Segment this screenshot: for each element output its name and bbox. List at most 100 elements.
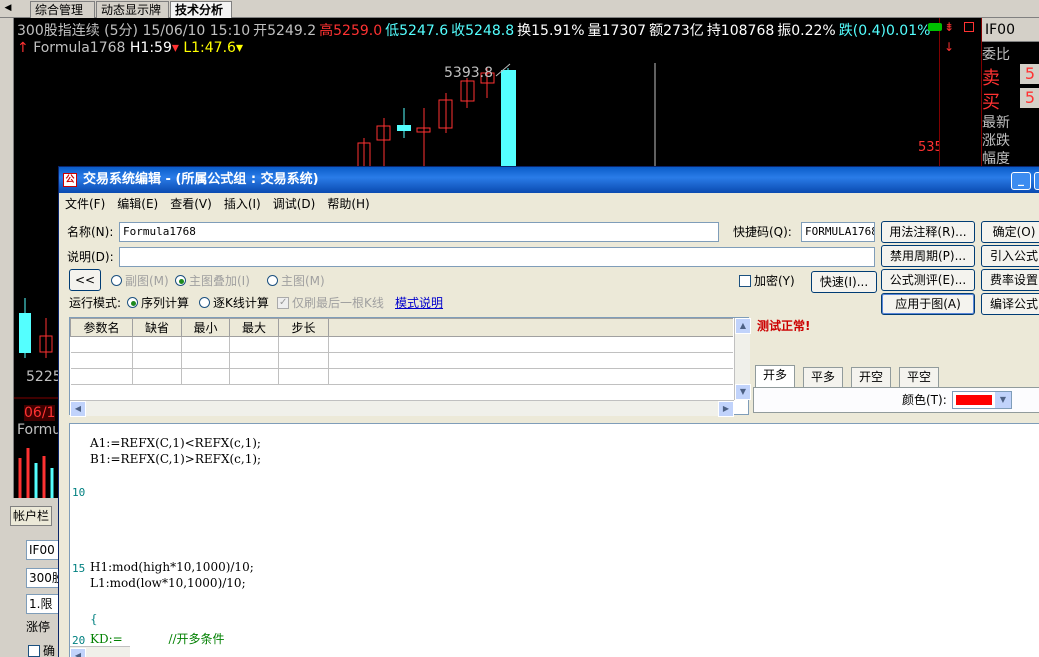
col-param-name[interactable]: 参数名 [70, 318, 133, 337]
arrow-down-icon[interactable]: ↓ [944, 40, 954, 54]
tab-scroll-left-icon[interactable]: ◀ [2, 0, 14, 17]
description-input[interactable] [119, 247, 875, 267]
tab-close-short[interactable]: 平空 [899, 367, 940, 387]
param-horizontal-scrollbar[interactable]: ◀ ▶ [70, 400, 734, 417]
scroll-down-icon[interactable]: ▼ [735, 384, 751, 400]
name-label: 名称(N): [67, 225, 114, 239]
radio-main-overlay-label: 主图叠加(I) [189, 274, 250, 288]
signal-tab-pane: 颜色(T): ▼ [753, 387, 1039, 413]
screen: ◀ 综合管理 动态显示牌 技术分析 300股指连续 (5分) 15/06/10 … [0, 0, 1039, 657]
apply-to-chart-button[interactable]: 应用于图(A) [881, 293, 975, 315]
buy-label: 买 [982, 92, 1000, 113]
dialog-titlebar[interactable]: 公 交易系统编辑 - (所属公式组 : 交易系统) _ [59, 167, 1039, 193]
code-line: A1:=REFX(C,1)<REFX(c,1); [90, 436, 261, 450]
radio-mainchart[interactable]: 主图(M) [267, 273, 325, 289]
radio-main-overlay[interactable]: 主图叠加(I) [175, 273, 250, 289]
compile-formula-button[interactable]: 编译公式 [981, 293, 1039, 315]
encrypt-checkbox[interactable]: 加密(Y) [739, 273, 795, 289]
name-input[interactable]: Formula1768 [119, 222, 719, 242]
limit-up-label: 涨停 [26, 620, 51, 634]
tab-technical-analysis[interactable]: 技术分析 [170, 1, 232, 18]
menu-file[interactable]: 文件(F) [59, 193, 111, 215]
app-icon: 公 [63, 173, 77, 187]
scroll-up-icon[interactable]: ▲ [735, 318, 751, 334]
menu-edit[interactable]: 编辑(E) [111, 193, 164, 215]
candle [397, 108, 411, 138]
editor-scroll-left-icon[interactable]: ◀ [70, 648, 86, 657]
color-label: 颜色(T): [902, 393, 947, 407]
scroll-right-icon[interactable]: ▶ [718, 401, 734, 417]
code-line-text: B1:=REFX(C,1)>REFX(c,1); [90, 452, 262, 466]
usage-notes-button[interactable]: 用法注释(R)... [881, 221, 975, 243]
account-order-type-field[interactable]: 1.限 [26, 594, 60, 614]
menu-debug[interactable]: 调试(D) [267, 193, 322, 215]
code-line: L1:mod(low*10,1000)/10; [90, 576, 246, 590]
ok-button[interactable]: 确定(O) [981, 221, 1039, 243]
line-number: 10 [72, 486, 86, 499]
change-label: 涨跌 [982, 133, 1010, 149]
code-line-text: KD:= //开多条件 [90, 632, 225, 646]
connection-icon [928, 23, 942, 31]
col-min[interactable]: 最小 [181, 318, 230, 337]
pin-icon[interactable]: ⇟ [944, 20, 954, 34]
shortcut-label: 快捷码(Q): [733, 225, 792, 239]
restore-icon[interactable] [964, 22, 974, 32]
radio-subchart[interactable]: 副图(M) [111, 273, 169, 289]
tab-open-long[interactable]: 开多 [755, 365, 796, 387]
confirm-checkbox[interactable]: 确 [28, 642, 55, 657]
table-row[interactable] [70, 368, 733, 385]
left-strip [0, 18, 14, 498]
minimize-button[interactable]: _ [1011, 172, 1031, 190]
fee-settings-button[interactable]: 费率设置 [981, 269, 1039, 291]
formula-code-editor[interactable]: A1:=REFX(C,1)<REFX(c,1); B1:=REFX(C,1)>R… [69, 423, 1039, 657]
radio-per-bar-mode[interactable]: 逐K线计算 [199, 295, 269, 311]
tab-dynamic-board[interactable]: 动态显示牌 [96, 1, 169, 18]
editor-horizontal-scrollbar[interactable]: ◀ [70, 646, 130, 657]
candle [19, 298, 31, 358]
price-scale-label: 5350 [918, 140, 939, 155]
menu-insert[interactable]: 插入(I) [218, 193, 267, 215]
signal-tabs: 开多 平多 开空 平空 颜色(T): ▼ [753, 365, 1039, 413]
radio-per-bar-mode-label: 逐K线计算 [213, 296, 269, 310]
shortcut-input[interactable]: FORMULA1768 [801, 222, 875, 242]
maximize-button[interactable] [1034, 172, 1039, 190]
col-step[interactable]: 步长 [278, 318, 329, 337]
sell-label: 卖 [982, 68, 1000, 89]
col-filler [328, 318, 733, 337]
code-line-text: L1:mod(low*10,1000)/10; [90, 576, 246, 590]
table-row[interactable] [70, 352, 733, 369]
account-instrument-field[interactable]: 300股 [26, 568, 60, 588]
candle [438, 93, 453, 133]
import-formula-button[interactable]: 引入公式 [981, 245, 1039, 267]
account-code-field[interactable]: IF00 [26, 540, 60, 560]
code-line: H1:mod(high*10,1000)/10; [90, 560, 254, 574]
radio-sequence-mode[interactable]: 序列计算 [127, 295, 189, 311]
scroll-left-icon[interactable]: ◀ [70, 401, 86, 417]
formula-test-button[interactable]: 公式测评(E)... [881, 269, 975, 291]
color-select[interactable]: ▼ [952, 391, 1012, 409]
bid-ask-ratio-label: 委比 [982, 47, 1010, 63]
tab-close-long[interactable]: 平多 [803, 367, 844, 387]
parameter-table[interactable]: 参数名 缺省 最小 最大 步长 ▲ ▼ ◀ ▶ [69, 317, 751, 417]
col-default[interactable]: 缺省 [132, 318, 182, 337]
mode-help-link[interactable]: 模式说明 [395, 295, 443, 311]
table-row[interactable] [70, 336, 733, 353]
code-line: KD:= //开多条件 [90, 630, 225, 647]
last-bar-only-checkbox[interactable]: 仅刷最后一根K线 [277, 295, 384, 311]
param-vertical-scrollbar[interactable]: ▲ ▼ [734, 318, 751, 400]
chevron-down-icon[interactable]: ▼ [995, 392, 1011, 408]
col-max[interactable]: 最大 [229, 318, 279, 337]
run-mode-label: 运行模式: [69, 296, 122, 310]
candle [357, 138, 371, 169]
candle [416, 108, 431, 168]
menu-help[interactable]: 帮助(H) [321, 193, 375, 215]
tab-general[interactable]: 综合管理 [30, 1, 95, 18]
code-line: { [90, 612, 98, 626]
collapse-button[interactable]: << [69, 269, 101, 291]
ban-period-button[interactable]: 禁用周期(P)... [881, 245, 975, 267]
quote-code: IF00 [982, 18, 1039, 42]
quick-button[interactable]: 快速(I)... [811, 271, 877, 293]
tab-open-short[interactable]: 开空 [851, 367, 892, 387]
menu-view[interactable]: 查看(V) [164, 193, 218, 215]
account-panel-title: 帐户栏 [10, 506, 52, 526]
